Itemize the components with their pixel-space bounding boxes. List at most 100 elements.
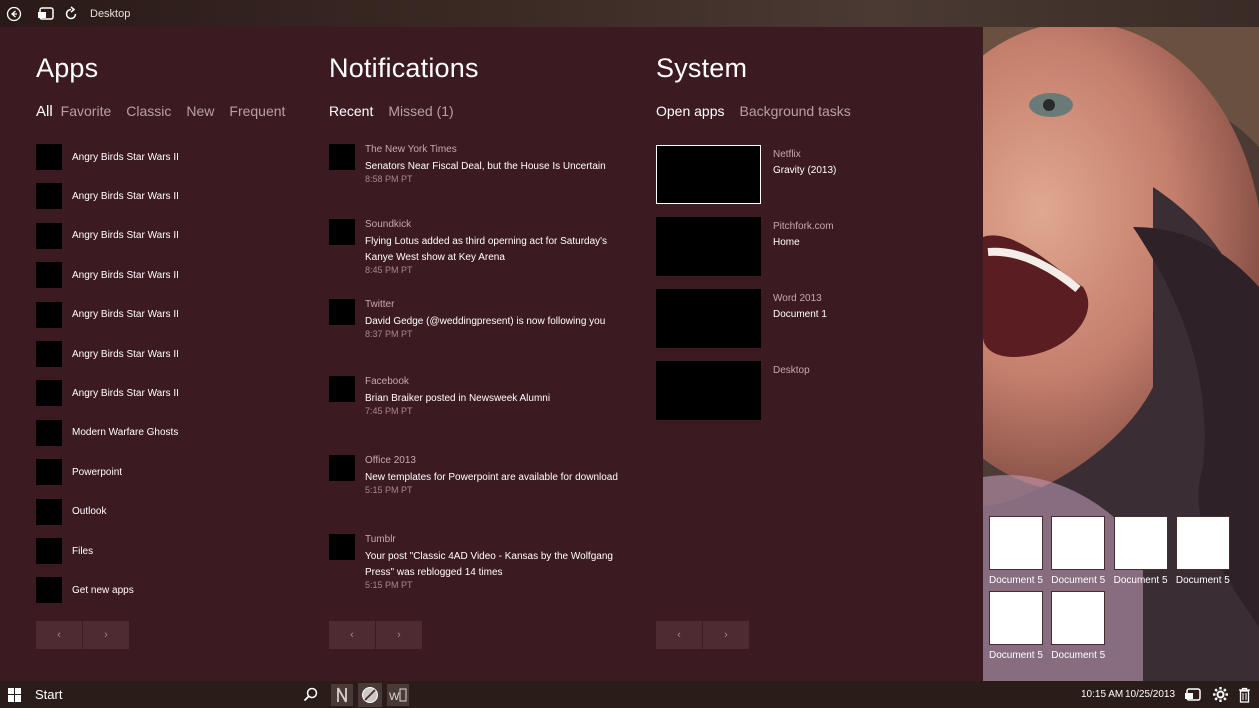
app-label: Angry Birds Star Wars II — [72, 387, 179, 399]
notification-source: Office 2013 — [365, 455, 416, 466]
tab-new[interactable]: New — [186, 103, 214, 120]
open-app-name: Netflix — [773, 149, 801, 160]
document-tile[interactable]: Document 5 — [1051, 516, 1107, 586]
tab-frequent[interactable]: Frequent — [229, 103, 285, 120]
document-tile[interactable]: Document 5 — [1113, 516, 1170, 586]
notification-item[interactable]: Tumblr Your post "Classic 4AD Video - Kan… — [329, 534, 629, 614]
app-list-item[interactable]: Angry Birds Star Wars II — [36, 380, 179, 407]
start-button[interactable]: Start — [35, 687, 62, 702]
app-list-item[interactable]: Angry Birds Star Wars II — [36, 183, 179, 210]
app-thumbnail[interactable] — [656, 361, 761, 420]
open-app-name: Pitchfork.com — [773, 221, 834, 232]
window-title: Desktop — [90, 7, 131, 20]
notification-app-icon — [329, 299, 355, 325]
notification-message: Senators Near Fiscal Deal, but the House… — [365, 161, 606, 172]
app-label: Angry Birds Star Wars II — [72, 190, 179, 202]
notification-item[interactable]: The New York Times Senators Near Fiscal D… — [329, 144, 629, 224]
apps-pager: ‹ › — [36, 621, 129, 649]
notification-source: Facebook — [365, 376, 409, 387]
notification-app-icon — [329, 455, 355, 481]
netflix-taskbar-icon[interactable] — [331, 684, 353, 706]
settings-gear-icon[interactable] — [1212, 686, 1229, 708]
prev-page-button[interactable]: ‹ — [329, 621, 375, 649]
document-thumbnail — [1175, 516, 1230, 570]
prev-page-button[interactable]: ‹ — [656, 621, 702, 649]
app-label: Outlook — [72, 506, 107, 518]
tab-background-tasks[interactable]: Background tasks — [740, 103, 851, 119]
app-list-item[interactable]: Angry Birds Star Wars II — [36, 144, 179, 170]
apps-heading: Apps — [36, 53, 99, 83]
trash-icon[interactable] — [1238, 687, 1251, 708]
notification-time: 8:37 PM PT — [365, 329, 413, 339]
app-list-item[interactable]: Angry Birds Star Wars II — [36, 262, 179, 289]
app-list-item[interactable]: Get new apps — [36, 577, 134, 604]
clock-date[interactable]: 10/25/2013 — [1125, 689, 1175, 700]
notification-app-icon — [329, 219, 355, 245]
document-tile[interactable]: Document 5 — [989, 516, 1045, 586]
app-list-item[interactable]: Powerpoint — [36, 459, 122, 486]
app-thumbnail[interactable] — [656, 145, 761, 204]
tab-missed[interactable]: Missed (1) — [388, 103, 453, 119]
title-bar: Desktop — [0, 0, 1259, 27]
open-app-subtitle: Document 1 — [773, 309, 827, 320]
app-thumbnail[interactable] — [656, 289, 761, 348]
notifications-section: Notifications Recent Missed (1) The New … — [329, 27, 629, 681]
notification-item[interactable]: Facebook Brian Braiker posted in Newsweek… — [329, 376, 629, 456]
document-label: Document 5 — [1175, 575, 1230, 586]
notification-item[interactable]: Office 2013 New templates for Powerpoint … — [329, 455, 629, 535]
document-thumbnail — [1113, 516, 1168, 570]
app-thumbnail[interactable] — [656, 217, 761, 276]
notifications-heading: Notifications — [329, 53, 479, 83]
app-label: Angry Birds Star Wars II — [72, 348, 179, 360]
desktop-switch-icon[interactable] — [35, 3, 57, 25]
pitchfork-taskbar-icon[interactable] — [358, 683, 382, 707]
document-tile[interactable]: Document 5 — [989, 591, 1045, 661]
notification-time: 7:45 PM PT — [365, 406, 413, 416]
notification-message: Brian Braiker posted in Newsweek Alumni — [365, 393, 551, 404]
background-photo: Document 5 Document 5 Document 5 Document 5… — [983, 27, 1259, 681]
notification-item[interactable]: Twitter David Gedge (@weddingpresent) is … — [329, 299, 629, 379]
document-tile[interactable]: Document 5 — [1051, 591, 1107, 661]
next-page-button[interactable]: › — [83, 621, 129, 649]
tab-favorite[interactable]: Favorite — [61, 103, 112, 120]
app-list-item[interactable]: Angry Birds Star Wars II — [36, 341, 179, 367]
app-label: Angry Birds Star Wars II — [72, 309, 179, 321]
clock-time[interactable]: 10:15 AM — [1081, 689, 1123, 700]
tab-open-apps[interactable]: Open apps — [656, 103, 725, 119]
notification-time: 8:45 PM PT — [365, 265, 413, 275]
document-tile[interactable]: Document 5 — [1175, 516, 1232, 586]
app-label: Angry Birds Star Wars II — [72, 269, 179, 281]
system-pager: ‹ › — [656, 621, 749, 649]
next-page-button[interactable]: › — [376, 621, 422, 649]
notification-message: Flying Lotus added as third operning act… — [365, 236, 608, 263]
word-taskbar-icon[interactable]: W — [387, 684, 409, 706]
document-label: Document 5 — [989, 575, 1043, 586]
desktop-switch-icon[interactable] — [1184, 687, 1202, 708]
back-icon[interactable] — [3, 3, 25, 25]
system-heading: System — [656, 53, 748, 83]
system-tabs: Open apps Background tasks — [656, 103, 866, 119]
windows-logo-icon[interactable] — [8, 687, 22, 702]
app-tile-icon — [36, 577, 62, 604]
tab-all[interactable]: All — [36, 103, 53, 120]
notification-message: Your post "Classic 4AD Video - Kansas by… — [365, 551, 613, 578]
notifications-pager: ‹ › — [329, 621, 422, 649]
app-list-item[interactable]: Modern Warfare Ghosts — [36, 419, 178, 446]
prev-page-button[interactable]: ‹ — [36, 621, 82, 649]
notification-source: Tumblr — [365, 534, 396, 545]
notification-app-icon — [329, 376, 355, 402]
document-label: Document 5 — [989, 650, 1043, 661]
tab-recent[interactable]: Recent — [329, 103, 373, 119]
app-tile-icon — [36, 222, 62, 249]
notification-message: New templates for Powerpoint are availab… — [365, 472, 618, 483]
app-label: Files — [72, 545, 94, 557]
next-page-button[interactable]: › — [703, 621, 749, 649]
app-list-item[interactable]: Files — [36, 538, 93, 564]
search-icon[interactable] — [303, 687, 318, 707]
app-list-item[interactable]: Angry Birds Star Wars II — [36, 222, 179, 249]
refresh-icon[interactable] — [60, 3, 82, 25]
app-list-item[interactable]: Outlook — [36, 498, 107, 525]
tab-classic[interactable]: Classic — [126, 103, 171, 120]
notification-item[interactable]: Soundkick Flying Lotus added as third ope… — [329, 219, 629, 299]
app-list-item[interactable]: Angry Birds Star Wars II — [36, 301, 179, 328]
